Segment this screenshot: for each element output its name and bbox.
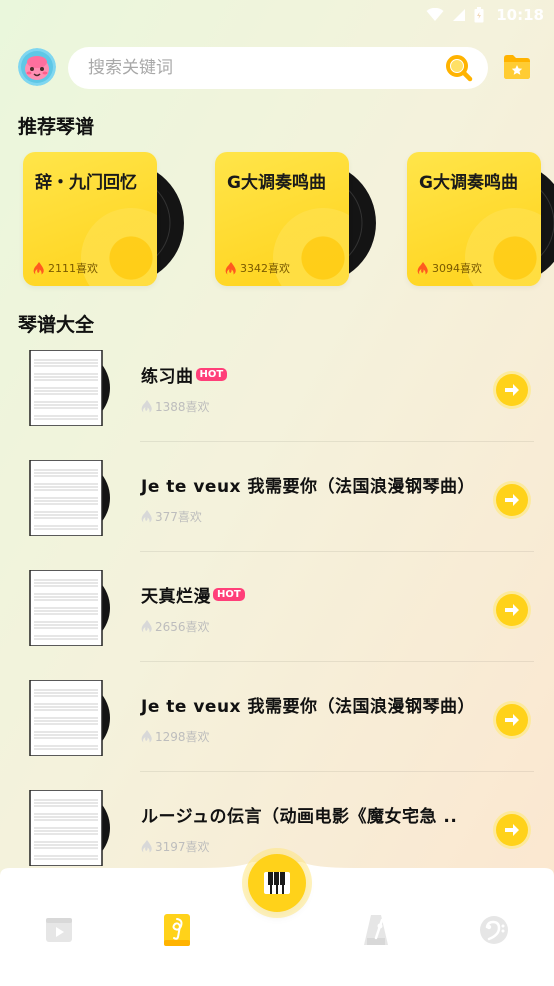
flame-icon [33,261,44,274]
avatar[interactable] [18,48,56,86]
card-likes: 3342喜欢 [225,260,290,276]
item-likes: 2656喜欢 [141,618,210,635]
arrow-right-icon [505,604,519,616]
video-tab[interactable] [41,912,77,948]
piano-tab[interactable] [248,854,306,912]
sheet-music-thumbnail [29,350,110,426]
flame-icon [225,261,236,274]
item-likes: 1388喜欢 [141,398,210,415]
bottom-nav [0,854,554,986]
sheet-music-thumbnail [29,680,110,756]
flame-icon [141,840,152,853]
open-arrow-button[interactable] [496,594,528,626]
sheet-music-tab[interactable] [159,912,195,948]
flame-icon [141,400,152,413]
card-likes: 3094喜欢 [417,260,482,276]
recommended-list: 辞・九门回忆 2111喜欢 G大调奏鸣曲 3342喜欢 G大调奏鸣曲 3094喜… [0,152,554,292]
list-item[interactable]: Je te veux 我需要你（法国浪漫钢琴曲） 377喜欢 [0,442,554,552]
arrow-right-icon [505,714,519,726]
card-title: 辞・九门回忆 [35,173,137,193]
card-likes-text: 2111喜欢 [48,262,98,275]
search-input[interactable] [88,58,418,78]
item-title-text: 天真烂漫 [141,587,211,607]
arrow-right-icon [505,824,519,836]
card-likes-text: 3342喜欢 [240,262,290,275]
arrow-right-icon [505,494,519,506]
recommended-card[interactable]: 辞・九门回忆 2111喜欢 [23,152,223,288]
card-title: G大调奏鸣曲 [419,173,518,193]
card-title: G大调奏鸣曲 [227,173,326,193]
flame-icon [141,620,152,633]
tuner-tab[interactable] [477,912,513,948]
recommended-card[interactable]: G大调奏鸣曲 3094喜欢 [407,152,554,288]
open-arrow-button[interactable] [496,484,528,516]
favorites-folder-icon[interactable] [502,52,532,82]
item-title-text: 练习曲 [141,367,194,387]
card-cover: 辞・九门回忆 2111喜欢 [23,152,157,286]
item-title: Je te veux 我需要你（法国浪漫钢琴曲） [141,692,475,717]
music-note-book-icon [164,914,190,946]
item-likes-text: 2656喜欢 [155,620,210,634]
play-icon [46,918,72,942]
search-bar[interactable] [68,47,488,89]
item-likes-text: 1388喜欢 [155,400,210,414]
hot-badge: HOT [213,588,245,601]
item-likes: 1298喜欢 [141,728,210,745]
card-cover: G大调奏鸣曲 3094喜欢 [407,152,541,286]
sheet-music-thumbnail [29,790,110,866]
search-icon[interactable] [444,53,474,83]
sheet-music-thumbnail [29,570,110,646]
item-title: 天真烂漫 HOT [141,582,245,607]
item-likes: 377喜欢 [141,508,202,525]
bass-clef-icon [480,916,508,944]
item-title: ルージュの伝言（动画电影《魔女宅急 .. [141,802,457,827]
flame-icon [417,261,428,274]
avatar-image [18,48,56,86]
item-title-text: Je te veux 我需要你（法国浪漫钢琴曲） [141,697,475,717]
recommended-card[interactable]: G大调奏鸣曲 3342喜欢 [215,152,415,288]
status-time: 10:18 [496,6,544,24]
item-title-text: Je te veux 我需要你（法国浪漫钢琴曲） [141,477,475,497]
item-likes-text: 1298喜欢 [155,730,210,744]
sheet-music-thumbnail [29,460,110,536]
card-likes-text: 3094喜欢 [432,262,482,275]
metronome-icon [364,915,388,945]
status-bar: 10:18 [0,0,554,32]
item-likes-text: 377喜欢 [155,510,202,524]
signal-icon [453,9,466,21]
card-likes: 2111喜欢 [33,260,98,276]
card-cover: G大调奏鸣曲 3342喜欢 [215,152,349,286]
item-likes-text: 3197喜欢 [155,840,210,854]
flame-icon [141,510,152,523]
metronome-tab[interactable] [358,912,394,948]
item-likes: 3197喜欢 [141,838,210,855]
arrow-right-icon [505,384,519,396]
list-item[interactable]: Je te veux 我需要你（法国浪漫钢琴曲） 1298喜欢 [0,662,554,772]
piano-keys-icon [264,872,290,894]
flame-icon [141,730,152,743]
list-item[interactable]: 天真烂漫 HOT 2656喜欢 [0,552,554,662]
wifi-icon [426,8,444,21]
recommended-section-title: 推荐琴谱 [18,116,95,138]
open-arrow-button[interactable] [496,814,528,846]
hot-badge: HOT [195,368,228,381]
status-icons: 10:18 [426,6,544,24]
item-title-text: ルージュの伝言（动画电影《魔女宅急 .. [141,807,458,827]
open-arrow-button[interactable] [496,704,528,736]
item-title: Je te veux 我需要你（法国浪漫钢琴曲） [141,472,475,497]
item-title: 练习曲 HOT [141,362,228,387]
open-arrow-button[interactable] [496,374,528,406]
list-item[interactable]: 练习曲 HOT 1388喜欢 [0,332,554,442]
battery-icon [474,7,484,23]
